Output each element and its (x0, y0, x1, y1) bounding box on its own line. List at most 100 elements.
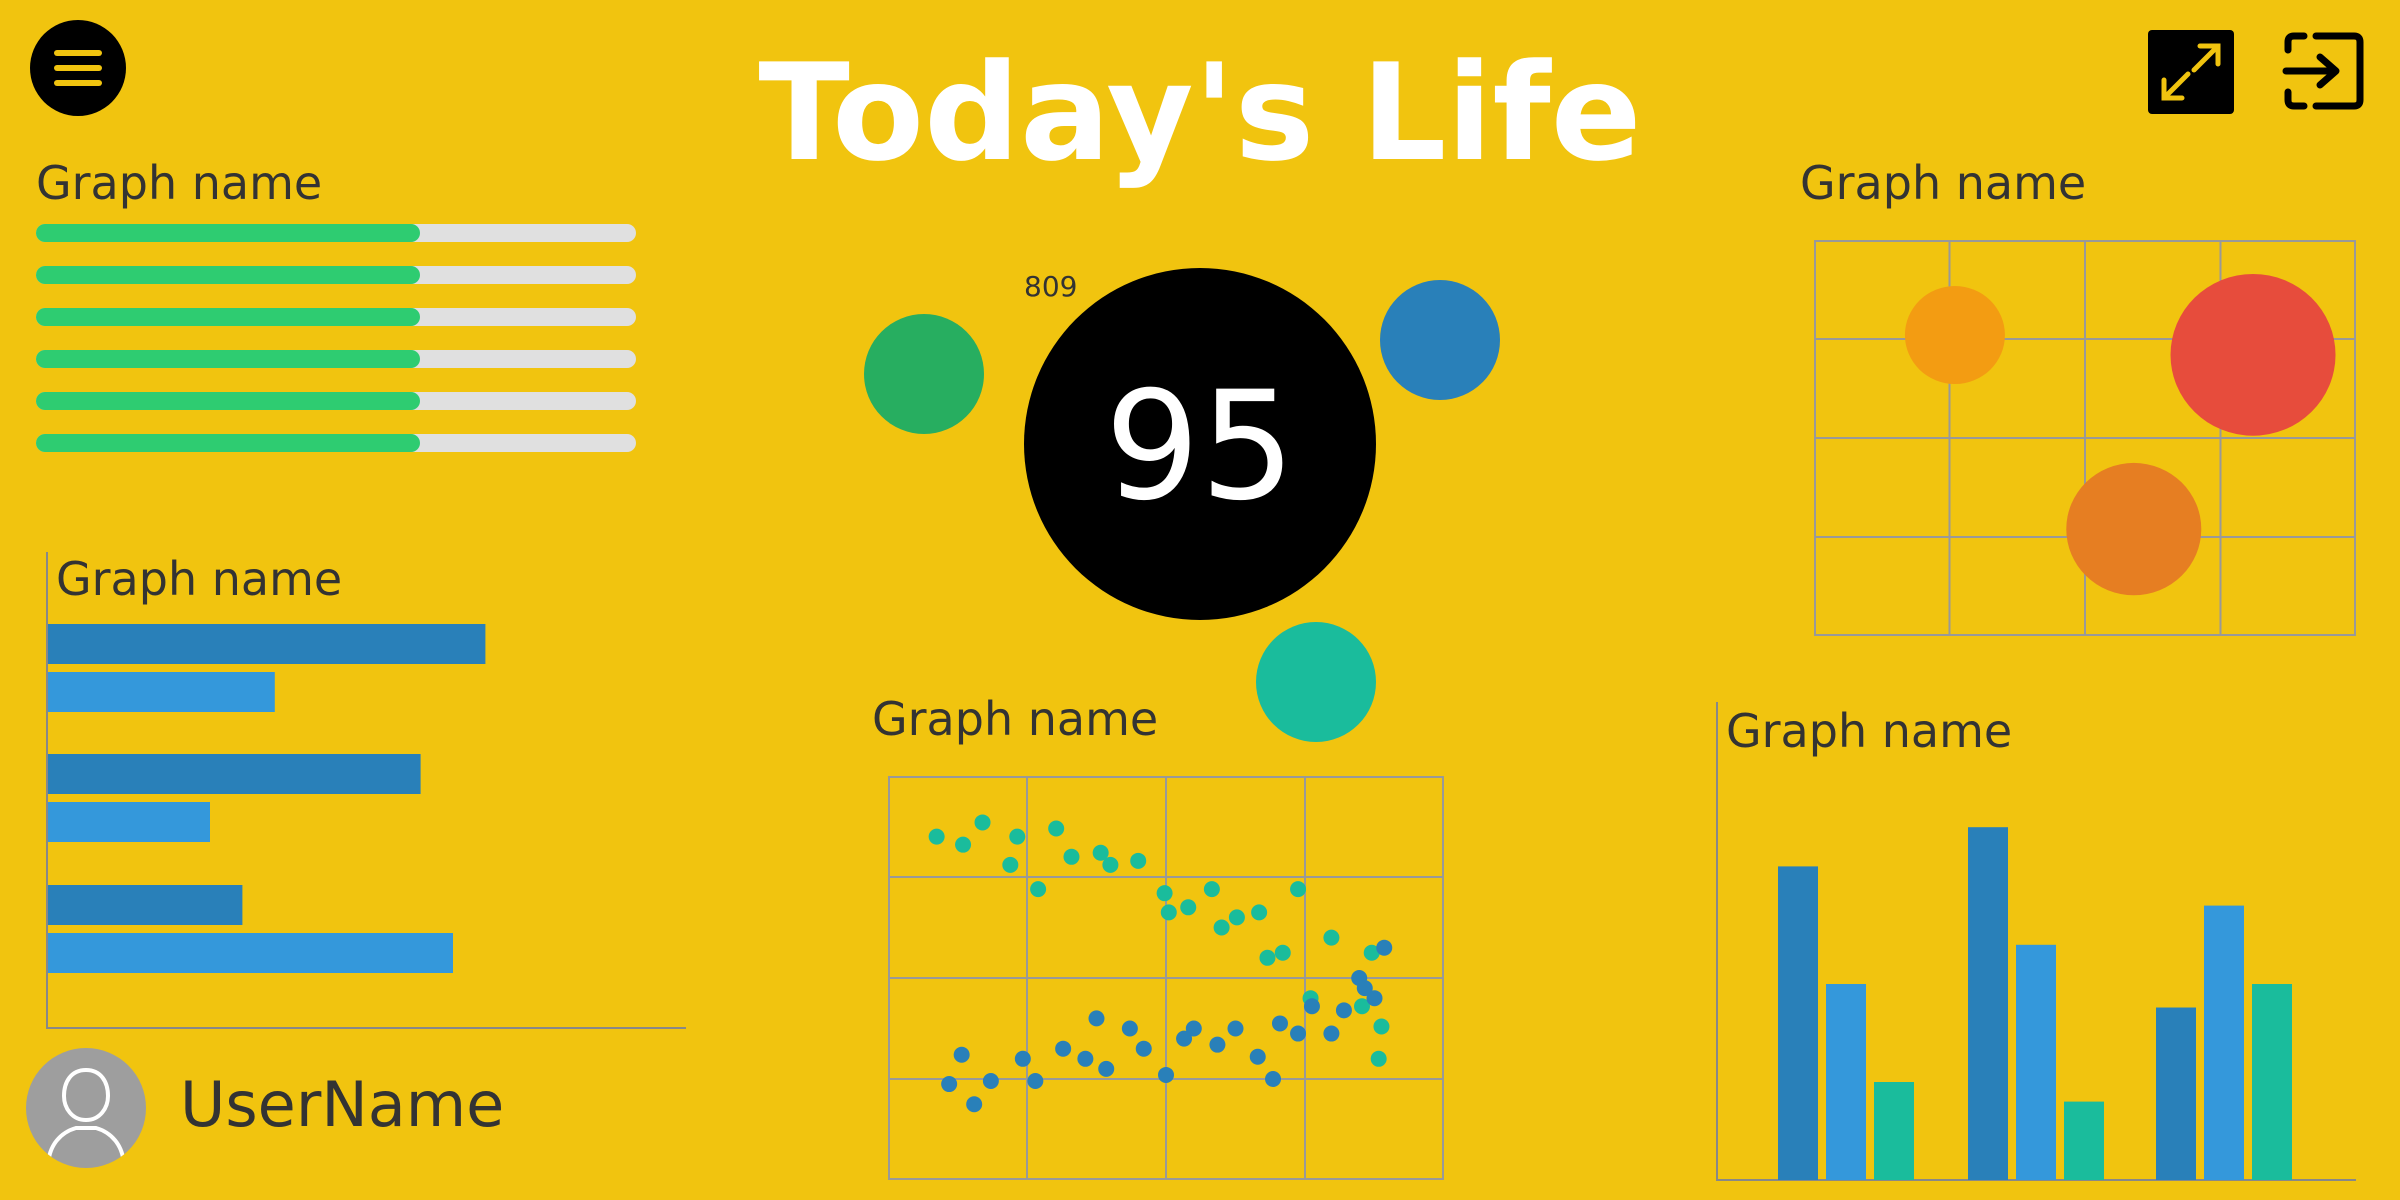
scatter-point (955, 836, 972, 853)
scatter-point (1203, 881, 1220, 898)
bubble (1904, 286, 2005, 385)
bubble-panel-title: Graph name (1800, 156, 2087, 210)
scatter-panel-title: Graph name (872, 692, 1159, 746)
scatter-point (1335, 1002, 1352, 1019)
progress-bar-track (36, 224, 636, 242)
scatter-point (1185, 1020, 1202, 1037)
vbar-bar (2252, 984, 2292, 1180)
vbar-chart (1778, 827, 2292, 1180)
scatter-point (1323, 1025, 1340, 1042)
scatter-point (1227, 1020, 1244, 1037)
scatter-point (1102, 856, 1119, 873)
score-circle[interactable]: 95 (1024, 268, 1376, 620)
scatter-point (1259, 949, 1276, 966)
vbar-bar (1968, 827, 2008, 1180)
user-silhouette-icon (46, 1067, 126, 1168)
vbar-bar (1826, 984, 1866, 1180)
scatter-point (1048, 820, 1065, 837)
progress-bar-track (36, 350, 636, 368)
exit-button[interactable] (2282, 30, 2366, 114)
vbar-bar (2156, 1007, 2196, 1180)
scatter-point (1180, 899, 1197, 916)
bubble-chart (1814, 240, 2356, 636)
hbar-bar (48, 754, 421, 794)
expand-arrows-icon (2148, 30, 2234, 114)
scatter-point (1130, 852, 1147, 869)
vbar-bar (1874, 1082, 1914, 1180)
progress-bar-track (36, 392, 636, 410)
hbar-bar (48, 802, 210, 842)
progress-bar-fill (36, 434, 420, 452)
progress-bar-fill (36, 224, 420, 242)
progress-panel-title: Graph name (36, 156, 323, 210)
hbar-bar (48, 624, 486, 664)
scatter-chart (888, 776, 1444, 1180)
hbar-chart (48, 624, 486, 973)
progress-bar-fill (36, 266, 420, 284)
hbar-bar (48, 885, 243, 925)
scatter-point (1098, 1060, 1115, 1077)
scatter-point (953, 1046, 970, 1063)
progress-bar-fill (36, 392, 420, 410)
scatter-point (928, 828, 945, 845)
scatter-point (1228, 909, 1245, 926)
scatter-point (1209, 1036, 1226, 1053)
scatter-point (1160, 904, 1177, 921)
expand-button[interactable] (2148, 30, 2234, 114)
scatter-point (1055, 1040, 1072, 1057)
scatter-point (1290, 881, 1307, 898)
teal-bubble[interactable] (1256, 622, 1376, 742)
scatter-point (1303, 998, 1320, 1015)
scatter-point (1121, 1020, 1138, 1037)
scatter-point (1030, 881, 1047, 898)
hbar-x-axis (46, 1027, 686, 1029)
username-label[interactable]: UserName (180, 1068, 504, 1141)
scatter-point (1376, 939, 1393, 956)
hbar-bar (48, 672, 275, 712)
scatter-point (1002, 856, 1019, 873)
hbar-bar (48, 933, 453, 973)
scatter-point (1014, 1050, 1031, 1067)
hbar-panel-title: Graph name (56, 552, 343, 606)
progress-bar-fill (36, 308, 420, 326)
blue-bubble[interactable] (1380, 280, 1500, 400)
scatter-point (1027, 1073, 1044, 1090)
progress-bar-track (36, 266, 636, 284)
vbar-bar (2064, 1101, 2104, 1180)
vbar-bar (2016, 944, 2056, 1180)
scatter-point (1271, 1015, 1288, 1032)
scatter-point (1088, 1010, 1105, 1027)
scatter-point (941, 1076, 958, 1093)
scatter-point (1366, 990, 1383, 1007)
scatter-point (982, 1073, 999, 1090)
scatter-point (1158, 1066, 1174, 1083)
progress-bar-track (36, 308, 636, 326)
scatter-point (1077, 1050, 1094, 1067)
scatter-point (1213, 919, 1230, 936)
scatter-point (1156, 885, 1173, 902)
scatter-point (1370, 1050, 1387, 1067)
bubble (2066, 462, 2202, 596)
scatter-point (1251, 904, 1268, 921)
progress-bars (36, 224, 636, 474)
green-bubble[interactable] (864, 314, 984, 434)
scatter-point (1009, 828, 1026, 845)
scatter-point (1373, 1018, 1390, 1035)
score-value: 95 (1104, 360, 1296, 534)
scatter-point (1290, 1025, 1307, 1042)
scatter-point (1063, 848, 1080, 865)
vbar-bar (1778, 866, 1818, 1180)
scatter-point (1265, 1071, 1282, 1087)
score-label: 809 (1024, 270, 1078, 303)
progress-bar-fill (36, 350, 420, 368)
scatter-point (1323, 929, 1340, 946)
scatter-point (1135, 1040, 1152, 1057)
scatter-point (1249, 1048, 1266, 1065)
avatar[interactable] (26, 1048, 146, 1168)
scatter-point (1274, 944, 1291, 961)
vbar-panel-title: Graph name (1726, 704, 2013, 758)
vbar-bar (2204, 905, 2244, 1180)
scatter-point (974, 814, 991, 831)
scatter-point (966, 1096, 983, 1113)
exit-icon (2282, 32, 2364, 110)
